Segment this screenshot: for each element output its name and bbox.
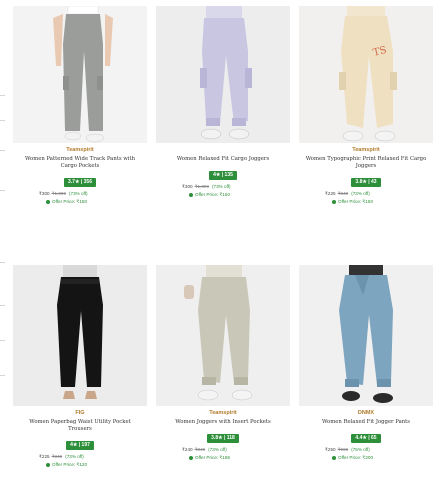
rating-badge: 4★ | 197 bbox=[66, 441, 94, 450]
product-image[interactable] bbox=[13, 6, 147, 143]
offer-icon bbox=[332, 199, 336, 204]
product-image[interactable]: TS bbox=[299, 6, 433, 143]
offer-icon bbox=[46, 462, 50, 467]
offer-row: Offer Price: ₹185 bbox=[156, 455, 290, 461]
offer-price: Offer Price: ₹120 bbox=[52, 462, 88, 467]
price-row: ₹300 ₹1,099 (73% off) bbox=[13, 191, 147, 197]
product-card[interactable]: Teamspirit Women Patterned Wide Track Pa… bbox=[13, 6, 147, 205]
offer-price: Offer Price: ₹150 bbox=[195, 192, 231, 197]
rating-badge: 3.8★ | 118 bbox=[207, 434, 239, 443]
rating-badge: 4★ | 135 bbox=[209, 171, 237, 180]
selling-price: ₹240 bbox=[182, 447, 193, 452]
product-brand: DNMX bbox=[357, 410, 375, 416]
discount-label: (75% off) bbox=[351, 447, 370, 452]
offer-price: Offer Price: ₹200 bbox=[338, 455, 374, 460]
product-card[interactable]: FIG Women Paperbag Waist Utility Pocket … bbox=[13, 265, 147, 468]
product-brand bbox=[156, 147, 290, 154]
mrp-price: ₹1,099 bbox=[51, 191, 67, 196]
price-row: ₹300 ₹1,099 (73% off) bbox=[156, 184, 290, 190]
mrp-price: ₹849 bbox=[337, 191, 349, 196]
product-title[interactable]: Women Paperbag Waist Utility Pocket Trou… bbox=[13, 419, 147, 433]
selling-price: ₹300 bbox=[182, 184, 193, 189]
offer-row: Offer Price: ₹150 bbox=[299, 199, 433, 205]
selling-price: ₹250 bbox=[325, 447, 336, 452]
price-row: ₹250 ₹999 (75% off) bbox=[299, 447, 433, 453]
offer-row: Offer Price: ₹150 bbox=[13, 199, 147, 205]
mrp-price: ₹849 bbox=[51, 454, 63, 459]
product-grid: Teamspirit Women Patterned Wide Track Pa… bbox=[0, 0, 445, 500]
offer-icon bbox=[189, 455, 193, 460]
product-brand: Teamspirit bbox=[209, 410, 237, 416]
offer-row: Offer Price: ₹200 bbox=[299, 455, 433, 461]
offer-price: Offer Price: ₹185 bbox=[195, 455, 231, 460]
product-image[interactable] bbox=[299, 265, 433, 406]
product-card[interactable]: TS Teamspirit Women Typographic Print Re… bbox=[299, 6, 433, 205]
offer-icon bbox=[332, 455, 336, 460]
offer-price: Offer Price: ₹150 bbox=[52, 199, 88, 204]
price-row: ₹225 ₹849 (73% off) bbox=[299, 191, 433, 197]
product-card[interactable]: Teamspirit Women Joggers with Insert Poc… bbox=[156, 265, 290, 461]
product-title[interactable]: Women Patterned Wide Track Pants with Ca… bbox=[13, 156, 147, 170]
selling-price: ₹225 bbox=[325, 191, 336, 196]
product-image[interactable] bbox=[156, 6, 290, 143]
offer-row: Offer Price: ₹150 bbox=[156, 192, 290, 198]
product-image[interactable] bbox=[156, 265, 290, 406]
rating-badge: 4.4★ | 65 bbox=[351, 434, 381, 443]
price-row: ₹225 ₹849 (73% off) bbox=[13, 454, 147, 460]
mrp-price: ₹849 bbox=[194, 447, 206, 452]
product-brand: Teamspirit bbox=[352, 147, 380, 153]
offer-price: Offer Price: ₹150 bbox=[338, 199, 374, 204]
mrp-price: ₹1,099 bbox=[194, 184, 210, 189]
rating-badge: 3.7★ | 356 bbox=[64, 178, 96, 187]
product-title[interactable]: Women Typographic Print Relaxed Fit Carg… bbox=[299, 156, 433, 170]
discount-label: (73% off) bbox=[351, 191, 370, 196]
product-card[interactable]: Women Relaxed Fit Cargo Joggers 4★ | 135… bbox=[156, 6, 290, 198]
selling-price: ₹225 bbox=[39, 454, 50, 459]
product-brand: Teamspirit bbox=[66, 147, 94, 153]
discount-label: (73% off) bbox=[212, 184, 231, 189]
mrp-price: ₹999 bbox=[337, 447, 349, 452]
product-title[interactable]: Women Relaxed Fit Cargo Joggers bbox=[156, 156, 290, 163]
product-title[interactable]: Women Relaxed Fit Jogger Pants bbox=[299, 419, 433, 426]
offer-icon bbox=[189, 192, 193, 197]
price-row: ₹240 ₹849 (73% off) bbox=[156, 447, 290, 453]
rating-badge: 3.8★ | 43 bbox=[351, 178, 381, 187]
product-card[interactable]: DNMX Women Relaxed Fit Jogger Pants 4.4★… bbox=[299, 265, 433, 461]
discount-label: (73% off) bbox=[65, 454, 84, 459]
product-brand: FIG bbox=[75, 410, 85, 416]
selling-price: ₹300 bbox=[39, 191, 50, 196]
discount-label: (73% off) bbox=[69, 191, 88, 196]
product-image[interactable] bbox=[13, 265, 147, 406]
offer-icon bbox=[46, 199, 50, 204]
offer-row: Offer Price: ₹120 bbox=[13, 462, 147, 468]
product-title[interactable]: Women Joggers with Insert Pockets bbox=[156, 419, 290, 426]
discount-label: (73% off) bbox=[208, 447, 227, 452]
